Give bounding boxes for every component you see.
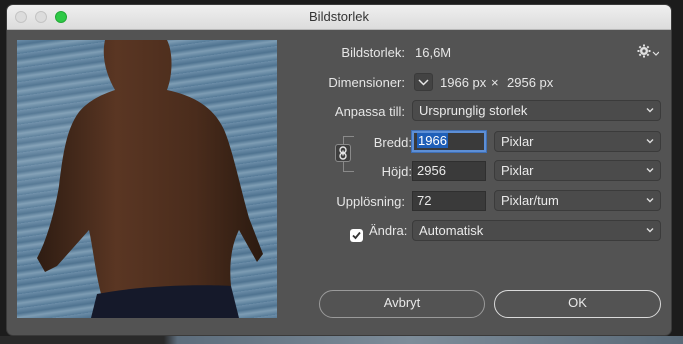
height-label: Höjd: [381, 164, 412, 179]
width-unit-value: Pixlar [501, 134, 534, 149]
ok-button[interactable]: OK [494, 290, 661, 318]
image-size-label: Bildstorlek: [341, 45, 405, 60]
resolution-input[interactable]: 72 [412, 191, 486, 211]
height-input[interactable]: 2956 [412, 161, 486, 181]
dimension-height-value: 2956 px [507, 75, 554, 90]
dimensions-unit-button[interactable] [414, 73, 433, 91]
constrain-proportions-button[interactable] [335, 144, 351, 162]
image-size-value: 16,6M [415, 45, 452, 60]
width-input-value: 1966 [417, 133, 448, 148]
fit-to-value: Ursprunglig storlek [419, 103, 528, 118]
resolution-label: Upplösning: [336, 194, 405, 209]
height-unit-value: Pixlar [501, 163, 534, 178]
resample-method-value: Automatisk [419, 223, 484, 238]
dimension-times-sign: × [491, 75, 499, 90]
preview-photo [37, 40, 263, 318]
cancel-button[interactable]: Avbryt [319, 290, 485, 318]
height-unit-select[interactable]: Pixlar [494, 160, 661, 181]
chevron-down-icon [646, 228, 654, 233]
checkmark-icon [352, 231, 361, 240]
resample-checkbox[interactable] [350, 229, 363, 242]
fit-to-label: Anpassa till: [334, 104, 405, 119]
chevron-down-icon [646, 198, 654, 203]
width-unit-select[interactable]: Pixlar [494, 131, 661, 152]
dimension-width-value: 1966 px [440, 75, 487, 90]
gear-icon[interactable] [637, 43, 660, 59]
chevron-down-icon [646, 139, 654, 144]
fit-to-select[interactable]: Ursprunglig storlek [412, 100, 661, 121]
background-photo-edge [0, 336, 683, 344]
link-icon [339, 146, 347, 160]
title-bar: Bildstorlek [7, 5, 671, 30]
resolution-unit-select[interactable]: Pixlar/tum [494, 190, 661, 211]
resample-method-select[interactable]: Automatisk [412, 220, 661, 241]
width-input[interactable]: 1966 [412, 131, 486, 152]
image-size-dialog: Bildstorlek Bildstorlek: 16,6M Dimension… [7, 5, 671, 335]
resample-label: Ändra: [369, 223, 408, 238]
image-preview[interactable] [17, 40, 277, 318]
dimensions-label: Dimensioner: [328, 75, 405, 90]
chevron-down-icon [646, 168, 654, 173]
width-label: Bredd: [373, 135, 412, 150]
resolution-unit-value: Pixlar/tum [501, 193, 559, 208]
chevron-down-icon [418, 79, 429, 86]
chevron-down-icon [646, 108, 654, 113]
window-title: Bildstorlek [309, 9, 369, 24]
